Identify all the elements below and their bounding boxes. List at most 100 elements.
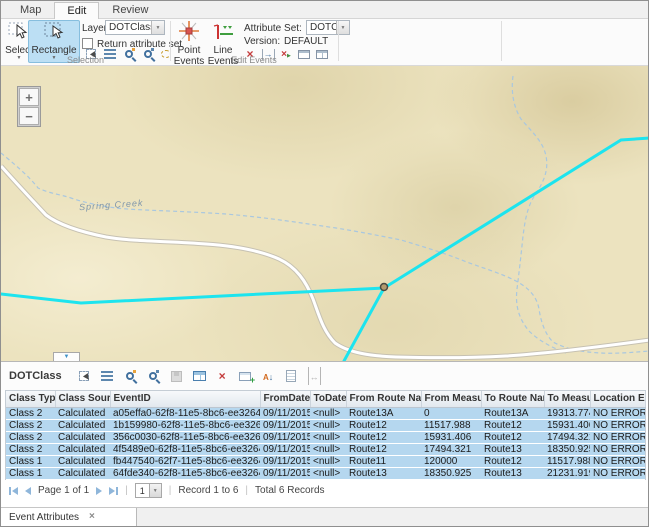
table-cell: 1b159980-62f8-11e5-8bc6-ee32641d5ec9 (110, 419, 260, 431)
column-header-from-measure[interactable]: From Measure (421, 391, 481, 407)
table-cell: Calculated (55, 443, 110, 455)
table-cell: NO ERROR (590, 431, 645, 443)
fit-columns-icon[interactable] (306, 368, 323, 384)
table-cell: <null> (310, 419, 346, 431)
table-cell: Class 1 (6, 467, 55, 479)
table-cell: 15931.406 (544, 419, 590, 431)
first-page-button[interactable] (9, 487, 18, 495)
layer-dropdown-arrow-icon[interactable] (151, 21, 164, 34)
select-records-icon[interactable] (76, 368, 93, 384)
point-events-icon (178, 21, 200, 44)
record-range-label: Record 1 to 6 (178, 485, 238, 496)
event-attributes-panel: DOTClass Class TypeClass SourceEventIDFr… (1, 361, 648, 526)
header-row: Class TypeClass SourceEventIDFromDateToD… (6, 391, 645, 407)
table-cell: Class 1 (6, 455, 55, 467)
table-row[interactable]: Class 2Calculateda05effa0-62f8-11e5-8bc6… (6, 407, 645, 419)
panel-tab-bar: Event Attributes × (1, 507, 648, 526)
column-header-class-type[interactable]: Class Type (6, 391, 55, 407)
column-header-to-route-name[interactable]: To Route Name (481, 391, 544, 407)
delete-record-icon[interactable] (214, 368, 231, 384)
add-record-icon[interactable] (237, 368, 254, 384)
tab-review[interactable]: Review (99, 1, 161, 18)
table-cell: 17494.321 (421, 443, 481, 455)
table-cell: Route12 (346, 431, 421, 443)
pan-to-selection-icon[interactable] (145, 368, 162, 384)
map-zoom-control: + − (17, 86, 41, 127)
table-cell: <null> (310, 467, 346, 479)
column-header-to-measure[interactable]: To Measure (544, 391, 590, 407)
table-cell: 11517.988 (544, 455, 590, 467)
column-header-fromdate[interactable]: FromDate (260, 391, 310, 407)
table-cell: Calculated (55, 419, 110, 431)
zoom-in-button[interactable]: + (19, 88, 39, 106)
tab-event-attributes[interactable]: Event Attributes × (1, 508, 137, 526)
table-cell: 18350.925 (421, 467, 481, 479)
layer-dropdown[interactable]: DOTClass (105, 20, 165, 35)
table-cell: Route13 (481, 443, 544, 455)
zoom-out-button[interactable]: − (19, 107, 39, 125)
table-cell: fb447540-62f7-11e5-8bc6-ee32641d5ec9 (110, 455, 260, 467)
table-cell: 17494.321 (544, 431, 590, 443)
column-header-todate[interactable]: ToDate (310, 391, 346, 407)
tab-close-icon[interactable]: × (89, 512, 95, 522)
page-number-dropdown-arrow-icon[interactable] (149, 484, 161, 497)
panel-collapse-tab[interactable] (53, 352, 80, 361)
tab-map[interactable]: Map (7, 1, 54, 18)
table-cell: 4f5489e0-62f8-11e5-8bc6-ee32641d5ec9 (110, 443, 260, 455)
zoom-to-selection-icon[interactable] (122, 368, 139, 384)
map-canvas[interactable]: Spring Creek + − (1, 66, 649, 361)
sort-icon[interactable] (260, 368, 277, 384)
table-cell: NO ERROR (590, 419, 645, 431)
next-page-button[interactable] (96, 487, 102, 495)
page-number-dropdown[interactable]: 1 (135, 483, 162, 498)
table-cell: 0 (421, 407, 481, 419)
previous-page-button[interactable] (25, 487, 31, 495)
pager-separator: | (169, 485, 172, 496)
attribute-toolbar-icons (76, 368, 329, 384)
table-cell: 09/11/2015 (260, 443, 310, 455)
line-events-icon (212, 21, 234, 44)
select-cursor-icon (8, 21, 30, 44)
table-cell: NO ERROR (590, 407, 645, 419)
save-icon[interactable] (168, 368, 185, 384)
show-attributes-icon[interactable] (283, 368, 300, 384)
column-header-class-source[interactable]: Class Source (55, 391, 110, 407)
table-cell: Route13 (481, 467, 544, 479)
column-header-location-error[interactable]: Location Error (590, 391, 645, 407)
table-cell: Route11 (346, 455, 421, 467)
table-cell: 21231.919 (544, 467, 590, 479)
table-cell: Class 2 (6, 443, 55, 455)
page-number-value: 1 (136, 484, 149, 497)
attribute-panel-toolbar: DOTClass (1, 362, 648, 390)
column-header-from-route-name[interactable]: From Route Name (346, 391, 421, 407)
table-cell: 19313.774 (544, 407, 590, 419)
tab-edit[interactable]: Edit (54, 2, 99, 19)
route-event-line-west (1, 288, 384, 303)
table-cell: NO ERROR (590, 443, 645, 455)
edit-events-group-label: Edit Events (170, 55, 338, 65)
last-page-button[interactable] (109, 487, 118, 495)
record-pager: Page 1 of 1 | 1 | Record 1 to 6 | Total … (1, 480, 648, 502)
table-cell: Class 2 (6, 431, 55, 443)
table-row[interactable]: Class 1Calculated64fde340-62f8-11e5-8bc6… (6, 467, 645, 479)
table-cell: 09/11/2015 (260, 407, 310, 419)
table-row[interactable]: Class 2Calculated356c0030-62f8-11e5-8bc6… (6, 431, 645, 443)
tab-event-attributes-label: Event Attributes (9, 512, 79, 523)
attribute-set-label: Attribute Set: (244, 23, 302, 34)
switch-view-icon[interactable] (191, 368, 208, 384)
route-event-line-south (344, 288, 384, 361)
ribbon: Select ▼ Rectangle ▼ Layer: DOTClass Ret… (1, 19, 648, 66)
table-row[interactable]: Class 2Calculated4f5489e0-62f8-11e5-8bc6… (6, 443, 645, 455)
attribute-table: Class TypeClass SourceEventIDFromDateToD… (6, 391, 646, 480)
table-cell: 64fde340-62f8-11e5-8bc6-ee32641d5ec9 (110, 467, 260, 479)
options-menu-icon[interactable] (99, 368, 116, 384)
table-cell: <null> (310, 431, 346, 443)
attribute-set-dropdown-value: DOTClass (307, 22, 336, 33)
table-row[interactable]: Class 2Calculated1b159980-62f8-11e5-8bc6… (6, 419, 645, 431)
table-cell: <null> (310, 407, 346, 419)
table-row[interactable]: Class 1Calculatedfb447540-62f7-11e5-8bc6… (6, 455, 645, 467)
column-header-eventid[interactable]: EventID (110, 391, 260, 407)
table-cell: <null> (310, 443, 346, 455)
total-records-label: Total 6 Records (255, 485, 324, 496)
attribute-set-dropdown[interactable]: DOTClass (306, 20, 350, 35)
